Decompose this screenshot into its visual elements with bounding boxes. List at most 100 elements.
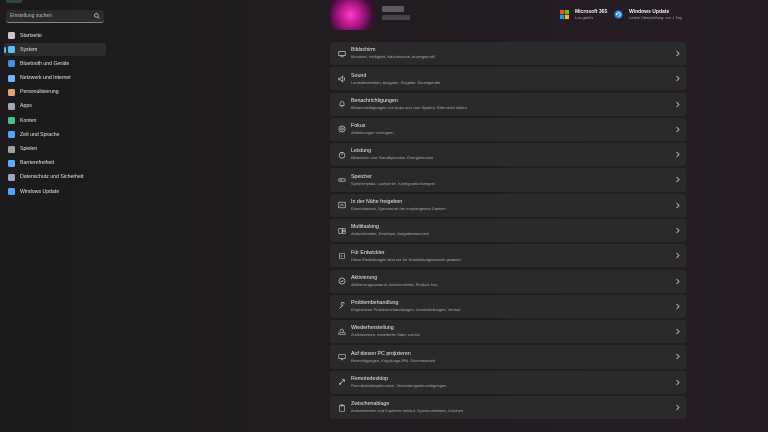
- chevron-right-icon: [676, 75, 680, 82]
- settings-card-text: Auf diesen PC projizieren Berechtigungen,…: [351, 351, 435, 364]
- windows-update-widget[interactable]: Windows Update Letzte Überprüfung: vor 1…: [614, 9, 682, 21]
- settings-card-in-der-nähe-freigeben[interactable]: In der Nähe freigeben Erkennbarkeit, Spei…: [330, 193, 686, 217]
- settings-card-description: Diese Einstellungen sind nur für Entwick…: [351, 256, 461, 262]
- chevron-right-icon: [676, 404, 680, 411]
- multitasking-icon: [338, 227, 346, 235]
- sidebar-item-windows-update[interactable]: Windows Update: [4, 185, 106, 198]
- settings-card-sound[interactable]: Sound Lautstärkestufen, Ausgabe, Eingabe,…: [330, 67, 686, 91]
- speaker-icon: [338, 75, 346, 83]
- chevron-right-icon: [676, 328, 680, 335]
- chevron-right-icon: [676, 177, 680, 183]
- sidebar-item-label: Personalisierung: [20, 89, 59, 96]
- settings-card-benachrichtigungen[interactable]: Benachrichtigungen Benachrichtigungen von…: [330, 92, 686, 116]
- settings-card-description: Monitore, Helligkeit, Nachtmodus, Anzeig…: [351, 54, 435, 60]
- settings-card-leistung[interactable]: Leistung Bildschirm und Standbymodus, Ene…: [330, 143, 686, 167]
- chevron-right-icon: [676, 151, 680, 158]
- settings-card-speicher[interactable]: Speicher Speicherplatz, Laufwerke, Konfig…: [330, 168, 686, 192]
- settings-card-description: Remotedesktopbenutzer, Verbindungsberech…: [351, 383, 447, 388]
- brush-icon: [8, 88, 15, 96]
- sidebar-item-bluetooth-und-geräte[interactable]: Bluetooth und Geräte: [4, 57, 106, 70]
- chevron-right-icon: [676, 303, 680, 310]
- settings-card-text: Leistung Bildschirm und Standbymodus, Ene…: [351, 148, 433, 161]
- sidebar-item-spielen[interactable]: Spielen: [4, 143, 106, 156]
- settings-card-bildschirm[interactable]: Bildschirm Monitore, Helligkeit, Nachtmod…: [330, 42, 686, 66]
- settings-card-description: Andockfenster, Desktops, Aufgabenwechsel: [351, 231, 429, 237]
- settings-card-title: Wiederherstellung: [351, 325, 394, 332]
- settings-card-auf-diesen-pc-projizieren[interactable]: Auf diesen PC projizieren Berechtigungen,…: [330, 345, 686, 369]
- settings-card-title: Remotedesktop: [351, 376, 389, 382]
- settings-card-description: Ablenkungen verringern: [351, 130, 394, 136]
- settings-card-description: Empfohlene Problembehandlungen, Voreinst…: [351, 307, 461, 313]
- settings-list: Bildschirm Monitore, Helligkeit, Nachtmod…: [330, 42, 686, 421]
- settings-card-title: Sound: [351, 72, 367, 79]
- search-icon[interactable]: [94, 13, 100, 19]
- sidebar-item-personalisierung[interactable]: Personalisierung: [4, 86, 106, 99]
- chevron-right-icon: [676, 202, 680, 208]
- clipboard-icon: [338, 404, 346, 412]
- sidebar-item-barrierefreiheit[interactable]: Barrierefreiheit: [4, 157, 106, 170]
- settings-card-text: Wiederherstellung Zurücksetzen, erweitert…: [351, 325, 420, 338]
- settings-card-text: Speicher Speicherplatz, Laufwerke, Konfig…: [351, 174, 435, 187]
- settings-card-description: Zurücksetzen, erweiterter Start, zurück: [351, 332, 420, 338]
- chevron-right-icon: [676, 278, 680, 284]
- settings-card-description: Berechtigungen, Kopplungs-PIN, Erkennbar…: [351, 357, 436, 363]
- home-icon: [8, 32, 15, 39]
- settings-card-title: Benachrichtigungen: [351, 97, 398, 104]
- settings-card-title: Aktivierung: [351, 274, 378, 281]
- sidebar-item-startseite[interactable]: Startseite: [4, 29, 106, 42]
- monitor-icon: [8, 46, 15, 54]
- settings-card-title: In der Nähe freigeben: [351, 199, 403, 206]
- account-name-blurred: [382, 6, 404, 12]
- settings-card-text: In der Nähe freigeben Erkennbarkeit, Spei…: [351, 199, 446, 212]
- app-icon: [6, 0, 22, 3]
- chevron-right-icon: [676, 379, 680, 385]
- settings-card-description: Lautstärkestufen, Ausgabe, Eingabe, Soun…: [351, 79, 441, 85]
- sidebar-item-label: Apps: [20, 103, 32, 110]
- sidebar-item-datenschutz-und-sicherheit[interactable]: Datenschutz und Sicherheit: [4, 171, 106, 184]
- windows-update-subtitle: Letzte Überprüfung: vor 1 Tag: [629, 15, 682, 20]
- developer-icon: [338, 252, 346, 260]
- account-email-blurred: [382, 15, 410, 20]
- apps-icon: [8, 102, 15, 110]
- sidebar-item-label: Konten: [20, 117, 37, 124]
- settings-card-text: Remotedesktop Remotedesktopbenutzer, Verb…: [351, 376, 446, 389]
- search-box[interactable]: [6, 10, 104, 23]
- settings-card-title: Zwischenablage: [351, 401, 390, 408]
- sidebar-item-konten[interactable]: Konten: [4, 114, 106, 127]
- recovery-icon: [338, 328, 346, 336]
- update-icon: [8, 188, 15, 196]
- sidebar-item-label: Datenschutz und Sicherheit: [20, 174, 84, 181]
- avatar[interactable]: [330, 0, 376, 30]
- sidebar-item-apps[interactable]: Apps: [4, 100, 106, 113]
- settings-card-text: Sound Lautstärkestufen, Ausgabe, Eingabe,…: [351, 73, 440, 86]
- wifi-icon: [8, 74, 15, 82]
- search-input[interactable]: [10, 13, 90, 19]
- sidebar: Startseite System Bluetooth und Geräte Netz…: [0, 0, 112, 432]
- microsoft-365-widget[interactable]: Microsoft 365 Los geht's: [560, 9, 607, 21]
- settings-card-wiederherstellung[interactable]: Wiederherstellung Zurücksetzen, erweitert…: [330, 320, 686, 344]
- shield-icon: [8, 173, 15, 181]
- settings-card-zwischenablage[interactable]: Zwischenablage Ausschneiden und Kopieren-…: [330, 395, 686, 420]
- sidebar-item-netzwerk-und-internet[interactable]: Netzwerk und Internet: [4, 72, 106, 85]
- settings-card-text: Problembehandlung Empfohlene Problembehan…: [351, 300, 460, 313]
- monitor-icon: [338, 50, 346, 58]
- settings-card-title: Multitasking: [351, 224, 379, 231]
- sidebar-item-system[interactable]: System: [4, 43, 106, 57]
- settings-card-text: Multitasking Andockfenster, Desktops, Auf…: [351, 224, 429, 237]
- settings-card-description: Erkennbarkeit, Speicherort der empfangen…: [351, 206, 446, 212]
- settings-card-fokus[interactable]: Fokus Ablenkungen verringern: [330, 117, 686, 142]
- settings-card-multitasking[interactable]: Multitasking Andockfenster, Desktops, Auf…: [330, 218, 686, 243]
- settings-card-remotedesktop[interactable]: Remotedesktop Remotedesktopbenutzer, Verb…: [330, 370, 686, 394]
- chevron-right-icon: [676, 126, 680, 133]
- settings-card-text: Fokus Ablenkungen verringern: [351, 123, 393, 136]
- settings-card-aktivierung[interactable]: Aktivierung Aktivierungszustand, Abonneme…: [330, 269, 686, 293]
- settings-card-description: Ausschneiden und Kopieren-Verlauf, Synch…: [351, 408, 464, 414]
- settings-card-problembehandlung[interactable]: Problembehandlung Empfohlene Problembehan…: [330, 294, 686, 318]
- sidebar-item-label: Barrierefreiheit: [20, 160, 55, 167]
- settings-card-title: Bildschirm: [351, 47, 376, 54]
- settings-card-title: Auf diesen PC projizieren: [351, 350, 411, 357]
- settings-card-description: Speicherplatz, Laufwerke, Konfigurations…: [351, 180, 435, 186]
- sidebar-item-zeit-und-sprache[interactable]: Zeit und Sprache: [4, 128, 106, 141]
- settings-card-für-entwickler[interactable]: Für Entwickler Diese Einstellungen sind n…: [330, 244, 686, 268]
- wrench-icon: [338, 302, 346, 310]
